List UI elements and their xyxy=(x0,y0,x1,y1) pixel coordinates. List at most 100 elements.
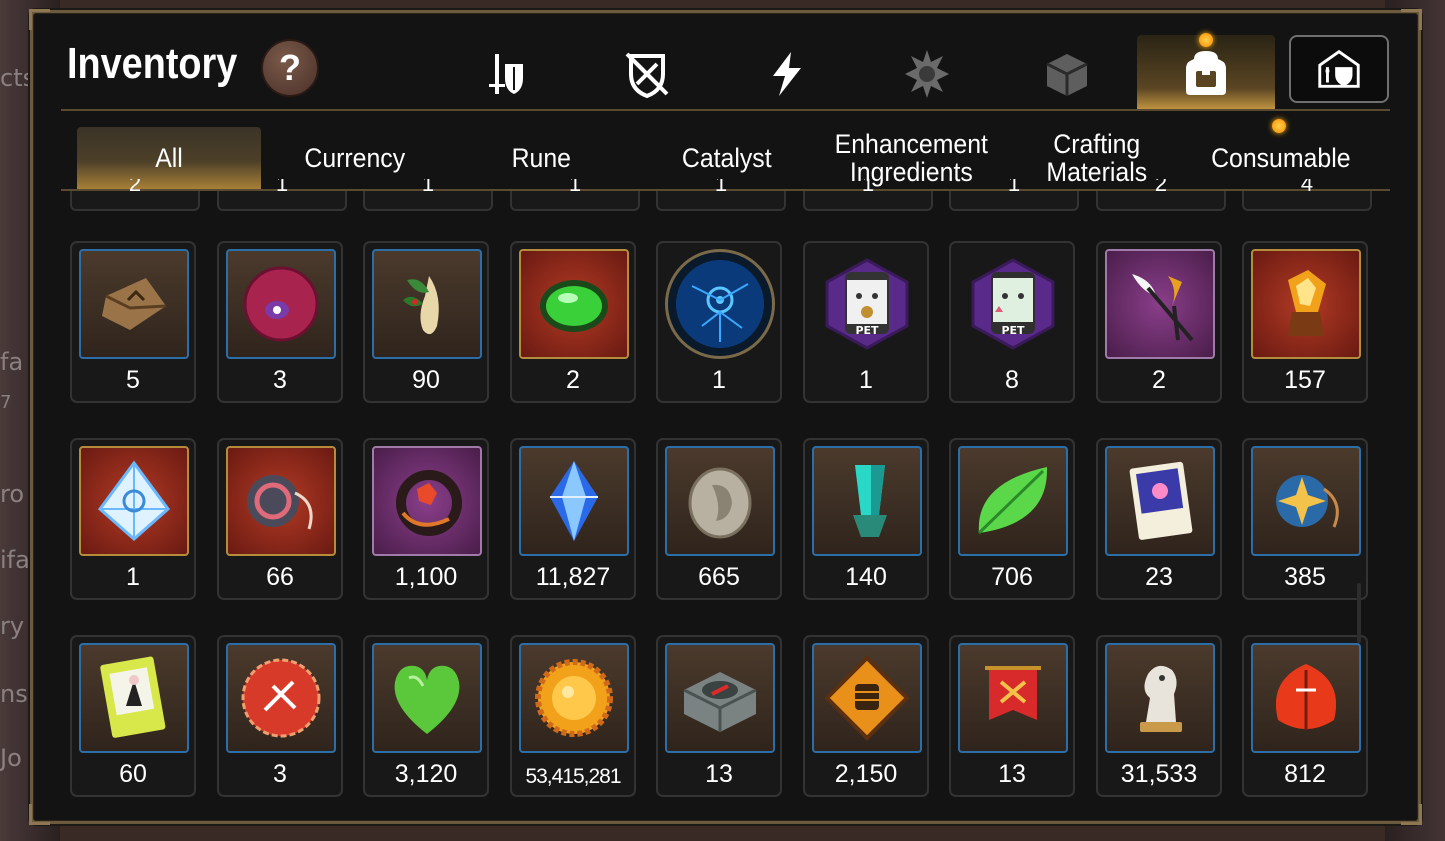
spiked-artifact-icon xyxy=(905,50,949,98)
item-slot[interactable]: 60 xyxy=(70,635,196,797)
blue-portal-icon xyxy=(676,260,764,348)
item-slot[interactable]: 1 xyxy=(70,438,196,600)
item-quantity: 1 xyxy=(126,563,140,591)
item-quantity: 706 xyxy=(991,563,1033,591)
item-quantity: 2 xyxy=(566,366,580,394)
tab-artifacts[interactable] xyxy=(867,39,987,109)
tab-equipment[interactable] xyxy=(447,39,567,109)
item-slot[interactable]: 13 xyxy=(949,635,1075,797)
star-amulet-icon xyxy=(1276,475,1339,528)
item-slot[interactable]: 53,415,281 xyxy=(510,635,636,797)
ginseng-root-icon xyxy=(403,276,439,335)
character-card-icon xyxy=(100,656,166,738)
item-slot-partial[interactable]: 4 xyxy=(1242,179,1372,211)
item-slot-partial[interactable]: 1 xyxy=(803,179,933,211)
item-slot[interactable]: 2 xyxy=(510,241,636,403)
item-slot-partial[interactable]: 1 xyxy=(363,179,493,211)
item-slot[interactable]: 1,100 xyxy=(363,438,489,600)
item-slot-partial[interactable]: 1 xyxy=(656,179,786,211)
gear-amulet-icon xyxy=(247,475,313,530)
item-quantity: 1 xyxy=(712,366,726,394)
item-quantity: 1 xyxy=(861,179,875,195)
item-quantity: 140 xyxy=(845,563,887,591)
item-slot-partial[interactable]: 1 xyxy=(510,179,640,211)
item-slot-partial[interactable]: 1 xyxy=(949,179,1079,211)
divider xyxy=(61,109,1390,111)
background-text: Jo xyxy=(0,744,22,772)
item-quantity: 4 xyxy=(1300,179,1314,195)
tab-unequipped[interactable] xyxy=(587,39,707,109)
item-quantity: 3 xyxy=(273,366,287,394)
item-quantity: 13 xyxy=(705,760,733,788)
scrollbar[interactable] xyxy=(1357,583,1361,643)
item-quantity: 1 xyxy=(421,179,435,195)
item-quantity: 665 xyxy=(698,563,740,591)
item-slot-partial[interactable]: 2 xyxy=(1096,179,1226,211)
background-text: ry xyxy=(0,612,25,640)
backpack-icon xyxy=(1186,51,1226,95)
item-slot-partial[interactable]: 1 xyxy=(217,179,347,211)
item-quantity: 2 xyxy=(1152,366,1166,394)
tab-materials[interactable] xyxy=(1007,39,1127,109)
green-leaf-icon xyxy=(977,467,1048,535)
blue-crystal-icon xyxy=(550,461,598,541)
svg-text:PET: PET xyxy=(1001,324,1025,337)
item-slot[interactable]: 13 xyxy=(656,635,782,797)
item-slot[interactable]: 3,120 xyxy=(363,635,489,797)
background-text: 7 xyxy=(0,392,12,413)
blue-prism-icon xyxy=(97,460,171,542)
item-slot[interactable]: PET 8 xyxy=(949,241,1075,403)
item-quantity: 157 xyxy=(1284,366,1326,394)
item-slot[interactable]: 3 xyxy=(217,241,343,403)
item-quantity: 812 xyxy=(1284,760,1326,788)
item-slot[interactable]: 3 xyxy=(217,635,343,797)
item-quantity: 1 xyxy=(568,179,582,195)
green-potion-icon xyxy=(540,280,608,332)
item-quantity: 66 xyxy=(266,563,294,591)
item-quantity: 1 xyxy=(714,179,728,195)
item-slot[interactable]: 385 xyxy=(1242,438,1368,600)
item-slot[interactable]: 31,533 xyxy=(1096,635,1222,797)
item-slot[interactable]: 2,150 xyxy=(803,635,929,797)
item-quantity: 53,415,281 xyxy=(525,765,621,788)
notification-dot xyxy=(1199,33,1213,47)
item-slot[interactable]: 90 xyxy=(363,241,489,403)
item-quantity: 23 xyxy=(1145,563,1173,591)
item-slot[interactable]: 66 xyxy=(217,438,343,600)
stone-compass-icon xyxy=(683,672,757,732)
item-slot[interactable]: 157 xyxy=(1242,241,1368,403)
flame-crystal-icon xyxy=(1288,270,1326,336)
item-slot[interactable]: 812 xyxy=(1242,635,1368,797)
guild-storage-button[interactable] xyxy=(1289,35,1389,103)
item-slot[interactable]: 706 xyxy=(949,438,1075,600)
item-slot[interactable]: 665 xyxy=(656,438,782,600)
item-slot[interactable]: PET 1 xyxy=(803,241,929,403)
item-quantity: 2 xyxy=(128,179,142,195)
help-button[interactable]: ? xyxy=(261,39,319,97)
purple-eye-orb-icon xyxy=(243,266,319,342)
cube-icon xyxy=(1046,54,1088,96)
lightning-icon xyxy=(773,52,801,96)
tab-skills[interactable] xyxy=(727,39,847,109)
item-quantity: 13 xyxy=(998,760,1026,788)
fist-emblem-icon xyxy=(824,655,910,741)
page-title: Inventory xyxy=(67,39,238,88)
silver-coin-icon xyxy=(688,467,752,539)
item-slot[interactable]: 2 xyxy=(1096,241,1222,403)
pet-pack-icon: PET xyxy=(971,258,1055,350)
item-quantity: 60 xyxy=(119,760,147,788)
guild-storage-icon xyxy=(1318,49,1360,88)
svg-text:PET: PET xyxy=(855,324,879,337)
item-slot[interactable]: 1 xyxy=(656,241,782,403)
green-heart-icon xyxy=(394,665,460,734)
item-slot[interactable]: 5 xyxy=(70,241,196,403)
item-slot[interactable]: 11,827 xyxy=(510,438,636,600)
star-card-icon xyxy=(1129,461,1193,540)
item-quantity: 3,120 xyxy=(394,760,458,788)
background-text: ns xyxy=(0,680,28,708)
inventory-panel: Inventory ? All Currency Rune Catalyst E… xyxy=(29,9,1422,825)
item-slot[interactable]: 23 xyxy=(1096,438,1222,600)
item-slot[interactable]: 140 xyxy=(803,438,929,600)
knight-chess-icon xyxy=(1140,665,1182,732)
item-slot-partial[interactable]: 2 xyxy=(70,179,200,211)
